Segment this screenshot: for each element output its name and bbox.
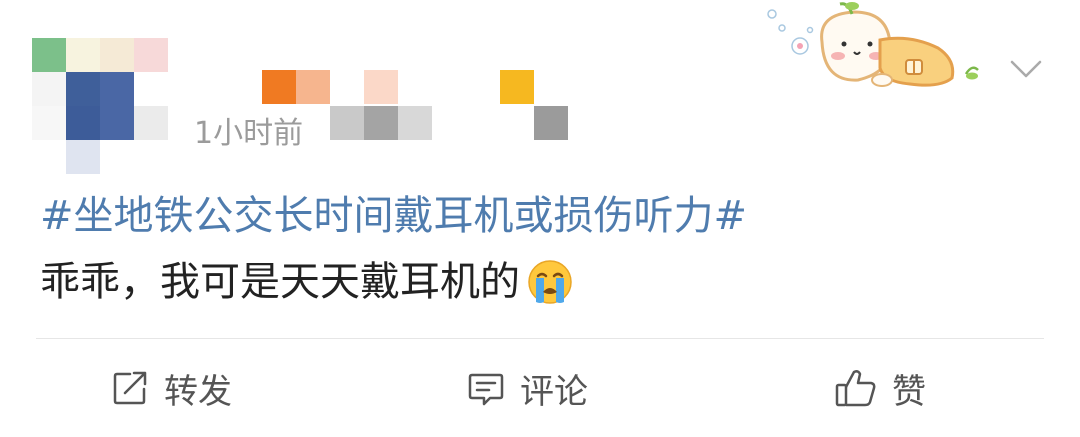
comment-button[interactable]: 评论 xyxy=(466,360,588,416)
divider xyxy=(36,338,1044,339)
comment-label: 评论 xyxy=(520,371,588,412)
thumbs-up-icon xyxy=(835,370,876,407)
post-text: 乖乖，我可是天天戴耳机的 xyxy=(40,254,574,310)
comment-icon xyxy=(468,373,504,406)
username[interactable] xyxy=(262,70,568,142)
like-label: 赞 xyxy=(892,371,926,412)
repost-button[interactable]: 转发 xyxy=(110,360,232,416)
decoration-sticker xyxy=(760,0,990,110)
like-button[interactable]: 赞 xyxy=(834,360,926,416)
post-timestamp: 1小时前 xyxy=(194,116,304,151)
chevron-down-icon xyxy=(1010,60,1042,78)
post-text-content: 乖乖，我可是天天戴耳机的 xyxy=(40,259,520,305)
crying-face-emoji xyxy=(526,258,574,306)
repost-label: 转发 xyxy=(164,371,232,412)
post-menu-button[interactable] xyxy=(1004,48,1048,88)
avatar[interactable] xyxy=(32,38,168,174)
share-icon xyxy=(113,371,147,405)
hashtag-link[interactable]: #坐地铁公交长时间戴耳机或损伤听力# xyxy=(40,190,747,242)
